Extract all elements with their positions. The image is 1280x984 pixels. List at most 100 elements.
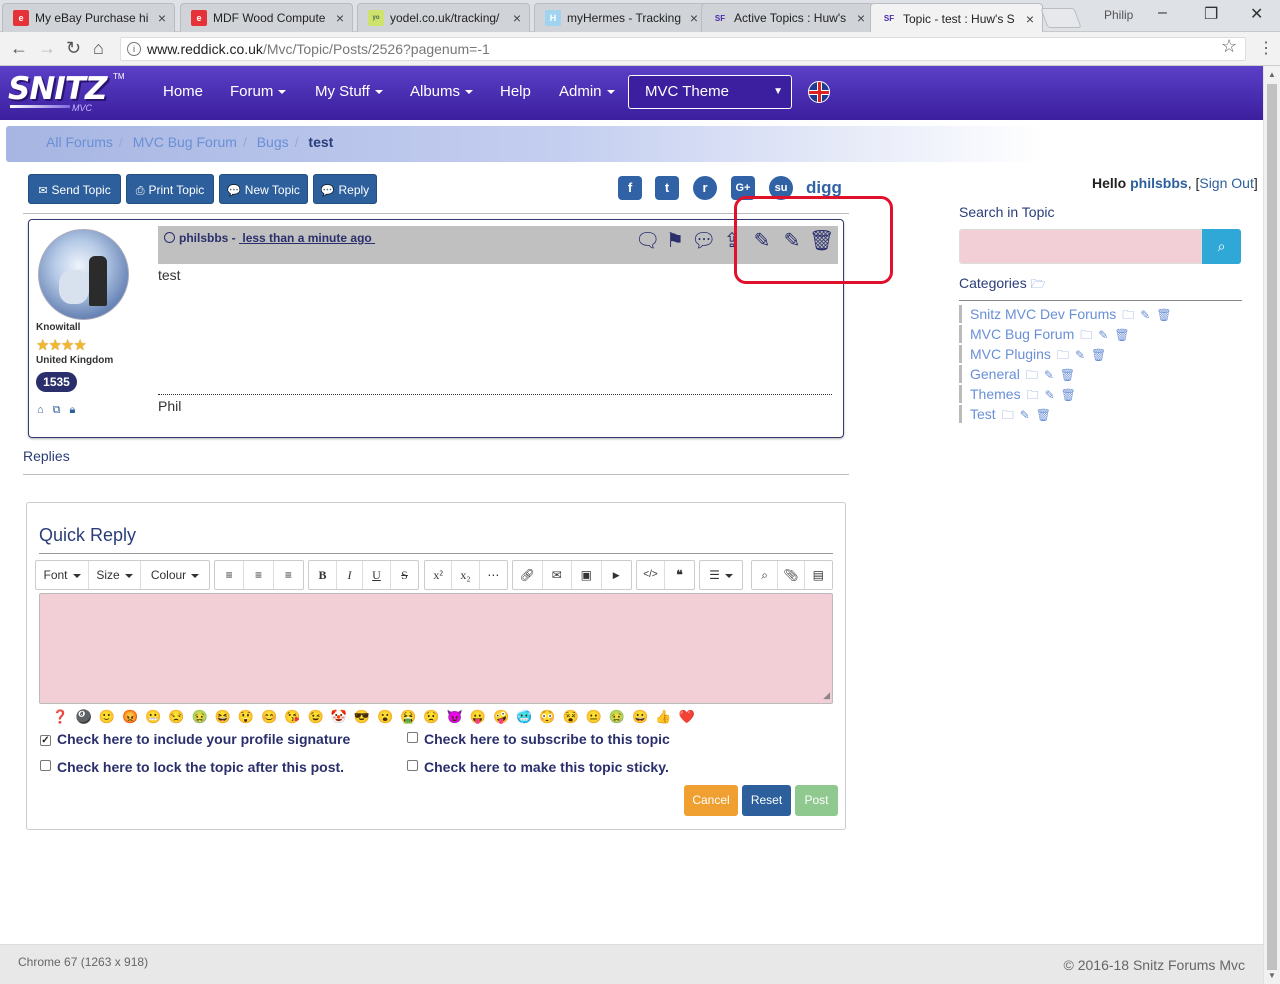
smiley-green-icon[interactable]: 🤢 bbox=[608, 708, 627, 725]
superscript-icon[interactable]: x² bbox=[425, 561, 453, 589]
scroll-down-icon[interactable]: ▼ bbox=[1268, 971, 1276, 980]
image-icon[interactable]: ▣ bbox=[572, 561, 602, 589]
colour-dropdown[interactable]: Colour bbox=[141, 561, 209, 589]
close-tab-icon[interactable]: × bbox=[336, 10, 344, 26]
breadcrumb-category[interactable]: Bugs bbox=[257, 134, 289, 150]
theme-select[interactable]: MVC Theme ▼ bbox=[628, 75, 792, 109]
browser-menu-icon[interactable]: ⋮ bbox=[1258, 38, 1274, 58]
category-item[interactable]: General 🗀 ✎ 🗑︎ bbox=[959, 365, 1075, 383]
browser-profile-name[interactable]: Philip bbox=[1104, 8, 1133, 22]
horizontal-rule-icon[interactable]: ⋯ bbox=[480, 561, 507, 589]
reply-textarea[interactable]: ◢ bbox=[39, 593, 833, 704]
close-tab-icon[interactable]: × bbox=[690, 10, 698, 26]
folder-icon[interactable]: 🗀 bbox=[1002, 408, 1014, 422]
resize-grip-icon[interactable]: ◢ bbox=[823, 690, 830, 701]
print-topic-button[interactable]: ⎙ Print Topic bbox=[126, 174, 214, 204]
list-dropdown-icon[interactable]: ☰ bbox=[700, 561, 742, 589]
reply-quote-icon[interactable]: 🗨︎ bbox=[635, 229, 660, 253]
browser-tab[interactable]: SF Active Topics : Huw's × bbox=[701, 3, 874, 32]
reddit-icon[interactable]: r bbox=[693, 176, 717, 200]
nav-albums[interactable]: Albums bbox=[410, 83, 474, 100]
edit-icon[interactable]: ✎ bbox=[1098, 328, 1108, 342]
smiley-smile-icon[interactable]: 🙂 bbox=[97, 708, 116, 725]
sign-out-link[interactable]: Sign Out bbox=[1199, 175, 1253, 191]
folder-icon[interactable]: 🗀 bbox=[1027, 388, 1039, 402]
category-item[interactable]: Test 🗀 ✎ 🗑︎ bbox=[959, 405, 1051, 423]
search-icon[interactable]: ⌕ bbox=[752, 561, 779, 589]
reset-button[interactable]: Reset bbox=[742, 785, 791, 816]
smiley-happy-icon[interactable]: 😀 bbox=[631, 708, 650, 725]
edit-icon[interactable]: ✎ bbox=[1020, 408, 1030, 422]
smiley-8ball-icon[interactable]: 🎱 bbox=[74, 708, 93, 725]
url-input[interactable]: i www.reddick.co.uk/Mvc/Topic/Posts/2526… bbox=[120, 37, 1246, 61]
smiley-tongue-icon[interactable]: 😛 bbox=[468, 708, 487, 725]
edit-icon[interactable]: ✎ bbox=[1045, 388, 1055, 402]
align-center-icon[interactable]: ≡ bbox=[244, 561, 274, 589]
smiley-shy-icon[interactable]: 😳 bbox=[538, 708, 557, 725]
comment-icon[interactable]: 💬︎ bbox=[691, 229, 716, 253]
smiley-thumbsup-icon[interactable]: 👍 bbox=[654, 708, 673, 725]
folder-icon[interactable]: 🗀 bbox=[1122, 308, 1134, 322]
twitter-icon[interactable]: t bbox=[655, 176, 679, 200]
strikethrough-icon[interactable]: S bbox=[391, 561, 418, 589]
link-icon[interactable]: 🔗︎ bbox=[513, 561, 543, 589]
heart-icon[interactable]: ❤️ bbox=[677, 708, 696, 725]
reply-button[interactable]: 💬 Reply bbox=[313, 174, 377, 204]
size-dropdown[interactable]: Size bbox=[89, 561, 141, 589]
smiley-grin-icon[interactable]: 😬 bbox=[144, 708, 163, 725]
cancel-button[interactable]: Cancel bbox=[684, 785, 738, 816]
window-close-icon[interactable]: ✕ bbox=[1250, 4, 1263, 24]
subscribe-checkbox[interactable]: Check here to subscribe to this topic bbox=[407, 731, 670, 747]
facebook-icon[interactable]: f bbox=[618, 176, 642, 200]
category-item[interactable]: MVC Bug Forum 🗀 ✎ 🗑︎ bbox=[959, 325, 1130, 343]
page-scrollbar[interactable]: ▲ ▼ bbox=[1263, 66, 1280, 984]
home-icon[interactable]: ⌂ bbox=[37, 404, 44, 416]
post-author[interactable]: philsbbs bbox=[179, 231, 228, 245]
browser-tab[interactable]: e MDF Wood Compute × bbox=[180, 3, 353, 32]
minimize-icon[interactable]: – bbox=[1158, 4, 1167, 22]
back-icon[interactable]: ← bbox=[10, 38, 28, 59]
username-link[interactable]: philsbbs bbox=[1130, 175, 1188, 191]
signature-checkbox[interactable]: ✓ Check here to include your profile sign… bbox=[40, 731, 350, 747]
nav-my-stuff[interactable]: My Stuff bbox=[315, 83, 383, 100]
nav-admin[interactable]: Admin bbox=[559, 83, 615, 100]
reload-icon[interactable]: ↻ bbox=[66, 38, 81, 59]
forward-icon[interactable]: → bbox=[38, 38, 56, 59]
align-left-icon[interactable]: ≡ bbox=[215, 561, 245, 589]
align-right-icon[interactable]: ≡ bbox=[274, 561, 303, 589]
category-item[interactable]: Themes 🗀 ✎ 🗑︎ bbox=[959, 385, 1076, 403]
delete-icon[interactable]: 🗑︎ bbox=[1156, 308, 1171, 322]
nav-home[interactable]: Home bbox=[163, 83, 203, 100]
close-tab-icon[interactable]: × bbox=[513, 10, 521, 26]
smiley-crazy-icon[interactable]: 🤪 bbox=[492, 708, 511, 725]
edit-icon[interactable]: ✎ bbox=[1075, 348, 1085, 362]
smiley-dead-icon[interactable]: 😵 bbox=[561, 708, 580, 725]
site-info-icon[interactable]: i bbox=[127, 42, 141, 56]
avatar[interactable] bbox=[38, 229, 129, 320]
italic-icon[interactable]: I bbox=[337, 561, 363, 589]
browser-tab[interactable]: H myHermes - Tracking × bbox=[534, 3, 707, 32]
quote-icon[interactable]: ❝ bbox=[665, 561, 694, 589]
smiley-wink-icon[interactable]: 😉 bbox=[306, 708, 325, 725]
smiley-question-icon[interactable]: ❓ bbox=[51, 708, 70, 725]
smiley-shock-icon[interactable]: 😲 bbox=[237, 708, 256, 725]
sticky-checkbox[interactable]: Check here to make this topic sticky. bbox=[407, 759, 669, 775]
smiley-cool-icon[interactable]: 😎 bbox=[352, 708, 371, 725]
new-tab-button[interactable] bbox=[1040, 8, 1082, 28]
browser-tab[interactable]: yo yodel.co.uk/tracking/× bbox=[357, 3, 530, 32]
font-dropdown[interactable]: Font bbox=[36, 561, 89, 589]
uk-flag-icon[interactable] bbox=[808, 81, 830, 103]
scroll-up-icon[interactable]: ▲ bbox=[1268, 70, 1276, 79]
delete-icon[interactable]: 🗑︎ bbox=[1114, 328, 1129, 342]
post-button[interactable]: Post bbox=[795, 785, 838, 816]
category-item[interactable]: MVC Plugins 🗀 ✎ 🗑︎ bbox=[959, 345, 1106, 363]
delete-icon[interactable]: 🗑︎ bbox=[1091, 348, 1106, 362]
email-icon[interactable]: ✉ bbox=[543, 561, 572, 589]
send-topic-button[interactable]: ✉ Send Topic bbox=[28, 174, 121, 204]
bold-icon[interactable]: B bbox=[309, 561, 337, 589]
edit-icon[interactable]: ✎ bbox=[1140, 308, 1150, 322]
checkbox-checked-icon[interactable]: ✓ bbox=[40, 735, 51, 746]
file-image-icon[interactable]: ▤ bbox=[805, 561, 832, 589]
smiley-sick-icon[interactable]: 🤢 bbox=[190, 708, 209, 725]
edit-icon[interactable]: ✎ bbox=[1044, 368, 1054, 382]
